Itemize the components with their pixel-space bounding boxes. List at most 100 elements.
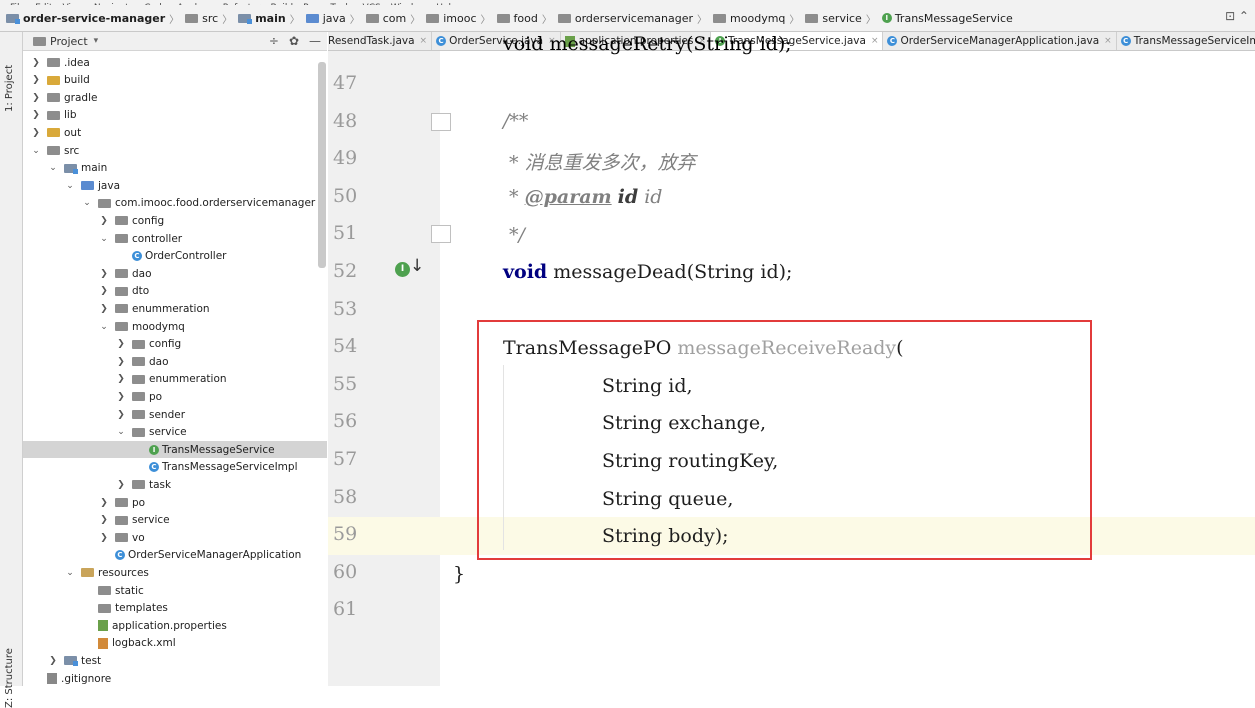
breadcrumb-item[interactable]: I TransMessageService: [881, 12, 1013, 25]
chevron-down-icon[interactable]: ⌄: [82, 198, 92, 208]
tree-item[interactable]: ❯ service: [23, 512, 327, 529]
tree-item[interactable]: ⌄ resources: [23, 564, 327, 581]
tree-item[interactable]: ❯ dao: [23, 353, 327, 370]
tree-item[interactable]: C TransMessageServiceImpl: [23, 459, 327, 476]
chevron-down-icon[interactable]: ⌄: [31, 146, 41, 156]
tree-item[interactable]: ⌄ controller: [23, 230, 327, 247]
tree-item[interactable]: ⌄ moodymq: [23, 318, 327, 335]
chevron-right-icon[interactable]: ❯: [31, 93, 41, 103]
chevron-down-icon[interactable]: ⌄: [99, 322, 109, 332]
tree-item[interactable]: ⌄ main: [23, 160, 327, 177]
tree-item[interactable]: ⌄ src: [23, 142, 327, 159]
tree-item[interactable]: C OrderServiceManagerApplication: [23, 547, 327, 564]
editor-tab[interactable]: CTransMessageServiceImpl.java×: [1117, 32, 1255, 50]
chevron-right-icon[interactable]: ❯: [116, 374, 126, 384]
chevron-down-icon[interactable]: ⌄: [116, 427, 126, 437]
tree-item[interactable]: ⌄ com.imooc.food.orderservicemanager: [23, 195, 327, 212]
close-icon[interactable]: ×: [420, 36, 428, 46]
tree-item[interactable]: C OrderController: [23, 248, 327, 265]
chevron-down-icon[interactable]: ⌄: [65, 181, 75, 191]
line-number: 54: [333, 335, 358, 358]
tree-item[interactable]: ❯ build: [23, 72, 327, 89]
breadcrumb-item[interactable]: com: [365, 11, 407, 25]
chevron-right-icon[interactable]: ❯: [99, 515, 109, 525]
tree-item[interactable]: static: [23, 582, 327, 599]
gear-icon[interactable]: ✿: [289, 34, 299, 48]
window-restore-icon[interactable]: ⊡ ⌃: [1225, 9, 1249, 23]
chevron-right-icon[interactable]: ❯: [116, 392, 126, 402]
collapse-all-icon[interactable]: ÷: [269, 34, 279, 48]
breadcrumb-item[interactable]: order-service-manager: [6, 12, 165, 25]
tree-item[interactable]: I TransMessageService: [23, 441, 327, 459]
chevron-right-icon[interactable]: ❯: [116, 339, 126, 349]
tree-item[interactable]: ❯ test: [23, 652, 327, 669]
tree-item[interactable]: ⌄ service: [23, 424, 327, 441]
project-scrollbar[interactable]: [318, 62, 326, 268]
chevron-right-icon[interactable]: ❯: [99, 269, 109, 279]
tree-item[interactable]: ❯ vo: [23, 529, 327, 546]
project-view-selector[interactable]: Project ▾: [33, 35, 98, 48]
chevron-right-icon[interactable]: ❯: [99, 533, 109, 543]
breadcrumb-item[interactable]: orderservicemanager: [557, 12, 693, 25]
close-icon[interactable]: ×: [871, 36, 879, 46]
chevron-right-icon[interactable]: ❯: [116, 410, 126, 420]
tree-item[interactable]: application.properties: [23, 617, 327, 634]
project-tool-tab[interactable]: 1: Project: [4, 65, 15, 112]
chevron-right-icon[interactable]: ❯: [116, 480, 126, 490]
breadcrumb-item[interactable]: moodymq: [713, 12, 785, 25]
tree-item[interactable]: ❯ enummeration: [23, 371, 327, 388]
tree-item[interactable]: ❯ po: [23, 494, 327, 511]
chevron-right-icon[interactable]: ❯: [99, 216, 109, 226]
editor-tab[interactable]: C OrderServiceManagerApplication.java ×: [883, 32, 1117, 50]
tree-item[interactable]: ❯ out: [23, 124, 327, 141]
tree-item[interactable]: ❯ gradle: [23, 89, 327, 106]
fold-start-icon[interactable]: [431, 113, 451, 131]
breadcrumb-label: com: [382, 11, 407, 25]
breadcrumb-item[interactable]: java: [305, 12, 346, 25]
chevron-down-icon[interactable]: ⌄: [65, 568, 75, 578]
tree-item[interactable]: ❯ enummeration: [23, 300, 327, 317]
chevron-right-icon[interactable]: ❯: [99, 498, 109, 508]
chevron-right-icon[interactable]: ❯: [48, 656, 58, 666]
project-panel: Project ▾ ÷ ✿ — ❯ .idea ❯ build ❯ gradle ❯ lib ❯…: [23, 32, 327, 686]
chevron-right-icon[interactable]: ❯: [116, 357, 126, 367]
breadcrumb-item[interactable]: imooc: [426, 12, 477, 25]
tree-item[interactable]: .gitignore: [23, 670, 327, 686]
tree-item[interactable]: ❯ po: [23, 388, 327, 405]
implemented-interface-icon[interactable]: I: [395, 262, 410, 277]
tree-item[interactable]: templates: [23, 600, 327, 617]
folder-icon: [115, 322, 128, 331]
tree-item[interactable]: ❯ dao: [23, 265, 327, 282]
code-line-50: * @param id id: [503, 186, 662, 208]
folder-icon: [305, 13, 319, 23]
breadcrumb-item[interactable]: main: [238, 12, 286, 25]
chevron-right-icon[interactable]: ❯: [99, 286, 109, 296]
tree-item[interactable]: ❯ config: [23, 336, 327, 353]
tree-item-label: vo: [132, 531, 145, 544]
breadcrumb-item[interactable]: src: [185, 12, 218, 25]
chevron-right-icon[interactable]: ❯: [99, 304, 109, 314]
tree-item[interactable]: ⌄ java: [23, 177, 327, 194]
hide-panel-icon[interactable]: —: [309, 34, 321, 48]
close-icon[interactable]: ×: [1104, 36, 1112, 46]
breadcrumb-item[interactable]: food: [496, 12, 538, 25]
chevron-down-icon[interactable]: ⌄: [48, 163, 58, 173]
chevron-right-icon[interactable]: ❯: [31, 128, 41, 138]
breadcrumb-item[interactable]: service: [805, 12, 862, 25]
fold-end-icon[interactable]: [431, 225, 451, 243]
editor-tab[interactable]: ResendTask.java ×: [328, 32, 433, 50]
chevron-right-icon[interactable]: ❯: [31, 75, 41, 85]
tree-item[interactable]: ❯ config: [23, 212, 327, 229]
chevron-right-icon[interactable]: ❯: [31, 58, 41, 68]
code-line-49: * 消息重发多次，放弃: [503, 152, 696, 174]
structure-tool-tab[interactable]: Z: Structure: [4, 648, 15, 708]
tree-item[interactable]: ❯ task: [23, 476, 327, 493]
chevron-down-icon[interactable]: ⌄: [99, 234, 109, 244]
tree-item[interactable]: ❯ lib: [23, 107, 327, 124]
tree-item[interactable]: ❯ .idea: [23, 54, 327, 71]
tree-item[interactable]: logback.xml: [23, 635, 327, 652]
chevron-right-icon[interactable]: ❯: [31, 110, 41, 120]
tree-item[interactable]: ❯ dto: [23, 283, 327, 300]
arrow-down-icon[interactable]: ↓: [410, 256, 424, 276]
tree-item[interactable]: ❯ sender: [23, 406, 327, 423]
